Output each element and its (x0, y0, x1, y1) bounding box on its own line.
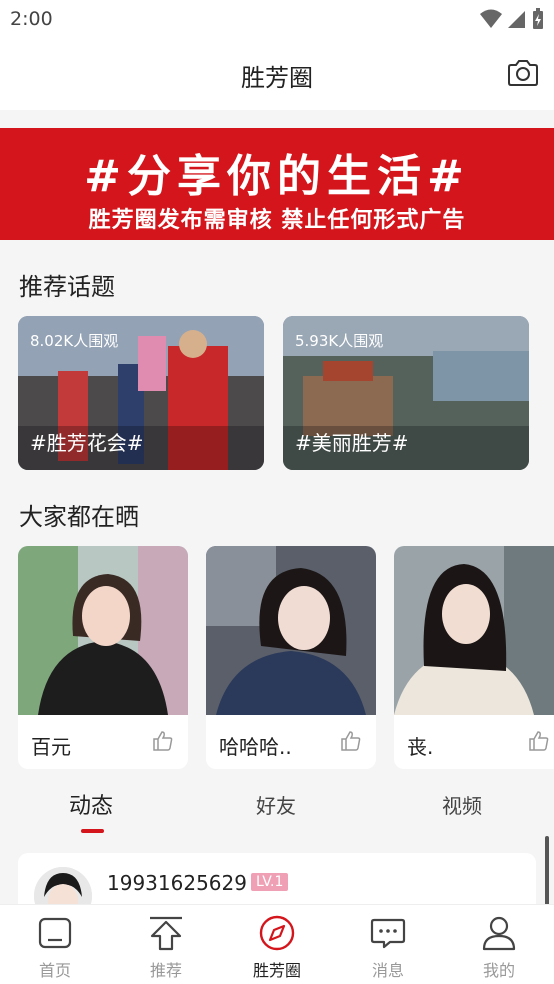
banner-notice: 胜芳圈发布需审核 禁止任何形式广告 (88, 208, 466, 233)
tab-videos[interactable]: 视频 (442, 790, 482, 819)
nav-messages[interactable]: 消息 (333, 905, 443, 984)
nav-recommend[interactable]: 推荐 (111, 905, 221, 984)
topic-card[interactable]: 5.93K人围观 #美丽胜芳# (283, 316, 529, 470)
topics-title: 推荐话题 (19, 273, 115, 301)
user-photo (206, 546, 376, 715)
topic-tag: #美丽胜芳# (295, 431, 409, 455)
compass-icon (259, 915, 295, 951)
nav-circle[interactable]: 胜芳圈 (222, 905, 332, 984)
user-icon (482, 916, 516, 951)
top-navbar: 胜芳圈 (0, 38, 554, 110)
showcase-card[interactable]: 百元 (18, 546, 188, 769)
battery-icon (533, 8, 543, 29)
nav-home-label: 首页 (38, 961, 71, 980)
nav-circle-label: 胜芳圈 (252, 961, 301, 980)
promo-banner[interactable]: #分享你的生活# 胜芳圈发布需审核 禁止任何形式广告 (0, 128, 554, 240)
banner-headline: #分享你的生活# (84, 151, 470, 202)
thumbs-up-icon[interactable] (528, 730, 550, 752)
showcase-card[interactable]: 哈哈哈.. (206, 546, 376, 769)
showcase-name: 丧. (407, 735, 434, 759)
home-icon (38, 917, 72, 949)
status-bar: 2:00 (0, 0, 554, 38)
status-time: 2:00 (10, 8, 53, 30)
nav-messages-label: 消息 (371, 961, 404, 980)
upload-icon (150, 916, 182, 951)
user-photo (394, 546, 554, 715)
bottom-navigation: 首页 推荐 胜芳圈 消息 我的 (0, 904, 554, 984)
post-username[interactable]: 19931625629 (107, 871, 247, 895)
feed-tabs: 动态 好友 视频 (0, 780, 554, 840)
status-icons (480, 8, 544, 30)
showcase-card[interactable]: 丧. (394, 546, 554, 769)
camera-icon[interactable] (506, 58, 540, 88)
topic-card[interactable]: 8.02K人围观 #胜芳花会# (18, 316, 264, 470)
nav-home[interactable]: 首页 (0, 905, 110, 984)
user-photo (18, 546, 188, 715)
tab-dynamic[interactable]: 动态 (69, 788, 113, 820)
showcase-name: 百元 (31, 735, 71, 759)
message-icon (370, 918, 406, 949)
nav-profile-label: 我的 (482, 961, 515, 980)
scrollbar[interactable] (545, 836, 549, 906)
level-badge: LV.1 (251, 873, 289, 891)
showcase-title: 大家都在晒 (19, 503, 139, 531)
nav-recommend-label: 推荐 (149, 961, 182, 980)
tab-active-indicator (81, 829, 104, 833)
thumbs-up-icon[interactable] (152, 730, 174, 752)
page-title: 胜芳圈 (241, 64, 313, 92)
tab-friends[interactable]: 好友 (256, 790, 296, 819)
nav-profile[interactable]: 我的 (444, 905, 554, 984)
showcase-name: 哈哈哈.. (219, 735, 292, 759)
thumbs-up-icon[interactable] (340, 730, 362, 752)
topic-views: 5.93K人围观 (295, 332, 384, 350)
topic-tag: #胜芳花会# (30, 431, 144, 455)
signal-icon (508, 11, 525, 28)
wifi-icon (480, 9, 502, 28)
topic-views: 8.02K人围观 (30, 332, 119, 350)
